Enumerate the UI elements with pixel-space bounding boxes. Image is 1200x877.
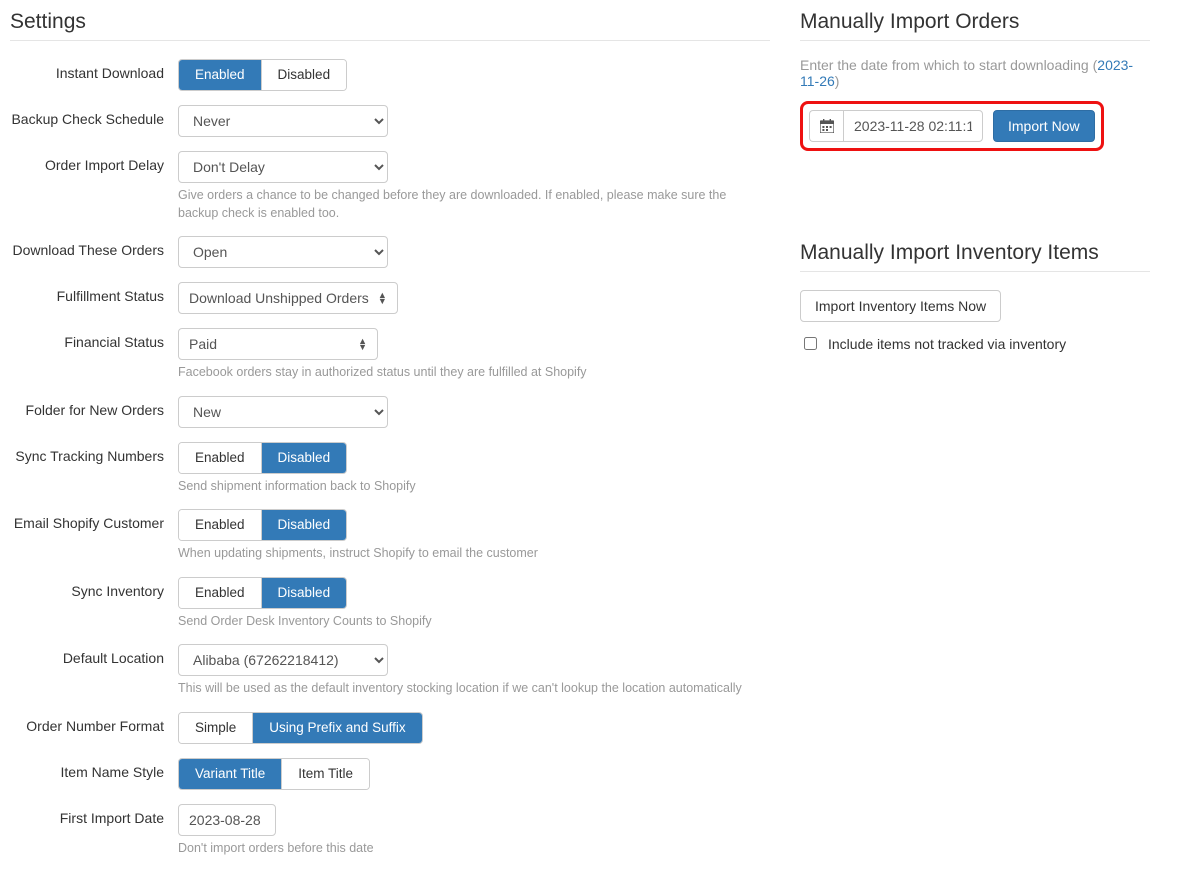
manual-orders-help: Enter the date from which to start downl… <box>800 57 1150 89</box>
label-financial-status: Financial Status <box>10 328 178 350</box>
first-import-date-input[interactable] <box>178 804 276 836</box>
label-order-number-format: Order Number Format <box>10 712 178 734</box>
import-now-button[interactable]: Import Now <box>993 110 1095 142</box>
default-location-help: This will be used as the default invento… <box>178 680 758 698</box>
sort-icon: ▲▼ <box>378 292 387 304</box>
import-delay-select[interactable]: Don't Delay <box>178 151 388 183</box>
fulfillment-status-value: Download Unshipped Orders <box>189 290 369 306</box>
sync-inventory-disabled[interactable]: Disabled <box>261 578 347 608</box>
label-download-orders: Download These Orders <box>10 236 178 258</box>
default-location-select[interactable]: Alibaba (67262218412) <box>178 644 388 676</box>
first-import-date-help: Don't import orders before this date <box>178 840 758 858</box>
folder-new-orders-select[interactable]: New <box>178 396 388 428</box>
label-first-import-date: First Import Date <box>10 804 178 826</box>
sync-tracking-help: Send shipment information back to Shopif… <box>178 478 758 496</box>
instant-download-toggle[interactable]: Enabled Disabled <box>178 59 347 91</box>
order-number-format-prefix[interactable]: Using Prefix and Suffix <box>252 713 421 743</box>
order-number-format-toggle[interactable]: Simple Using Prefix and Suffix <box>178 712 423 744</box>
financial-status-select[interactable]: Paid ▲▼ <box>178 328 378 360</box>
email-customer-enabled[interactable]: Enabled <box>179 510 261 540</box>
label-sync-tracking: Sync Tracking Numbers <box>10 442 178 464</box>
sync-inventory-toggle[interactable]: Enabled Disabled <box>178 577 347 609</box>
include-untracked-row[interactable]: Include items not tracked via inventory <box>800 334 1150 353</box>
manual-orders-title: Manually Import Orders <box>800 10 1150 41</box>
calendar-icon[interactable] <box>809 110 843 142</box>
manual-orders-help-suffix: ) <box>835 73 840 89</box>
label-sync-inventory: Sync Inventory <box>10 577 178 599</box>
import-delay-help: Give orders a chance to be changed befor… <box>178 187 758 222</box>
download-orders-select[interactable]: Open <box>178 236 388 268</box>
email-customer-toggle[interactable]: Enabled Disabled <box>178 509 347 541</box>
label-backup-check: Backup Check Schedule <box>10 105 178 127</box>
item-name-style-variant[interactable]: Variant Title <box>179 759 281 789</box>
settings-title: Settings <box>10 10 770 41</box>
import-inventory-button[interactable]: Import Inventory Items Now <box>800 290 1001 322</box>
sync-inventory-help: Send Order Desk Inventory Counts to Shop… <box>178 613 758 631</box>
sync-tracking-disabled[interactable]: Disabled <box>261 443 347 473</box>
financial-status-value: Paid <box>189 336 217 352</box>
item-name-style-item[interactable]: Item Title <box>281 759 369 789</box>
label-folder-new-orders: Folder for New Orders <box>10 396 178 418</box>
include-untracked-label: Include items not tracked via inventory <box>828 336 1066 352</box>
email-customer-disabled[interactable]: Disabled <box>261 510 347 540</box>
financial-status-help: Facebook orders stay in authorized statu… <box>178 364 758 382</box>
sync-tracking-enabled[interactable]: Enabled <box>179 443 261 473</box>
fulfillment-status-select[interactable]: Download Unshipped Orders ▲▼ <box>178 282 398 314</box>
instant-download-disabled[interactable]: Disabled <box>261 60 347 90</box>
sort-icon: ▲▼ <box>358 338 367 350</box>
manual-inventory-title: Manually Import Inventory Items <box>800 241 1150 272</box>
include-untracked-checkbox[interactable] <box>804 337 817 350</box>
instant-download-enabled[interactable]: Enabled <box>179 60 261 90</box>
label-instant-download: Instant Download <box>10 59 178 81</box>
import-datetime-input[interactable] <box>843 110 983 142</box>
import-now-highlight: Import Now <box>800 101 1104 151</box>
order-number-format-simple[interactable]: Simple <box>179 713 252 743</box>
label-import-delay: Order Import Delay <box>10 151 178 173</box>
email-customer-help: When updating shipments, instruct Shopif… <box>178 545 758 563</box>
label-email-customer: Email Shopify Customer <box>10 509 178 531</box>
backup-check-select[interactable]: Never <box>178 105 388 137</box>
label-fulfillment-status: Fulfillment Status <box>10 282 178 304</box>
manual-orders-help-prefix: Enter the date from which to start downl… <box>800 57 1097 73</box>
sync-inventory-enabled[interactable]: Enabled <box>179 578 261 608</box>
sync-tracking-toggle[interactable]: Enabled Disabled <box>178 442 347 474</box>
label-default-location: Default Location <box>10 644 178 666</box>
label-item-name-style: Item Name Style <box>10 758 178 780</box>
item-name-style-toggle[interactable]: Variant Title Item Title <box>178 758 370 790</box>
